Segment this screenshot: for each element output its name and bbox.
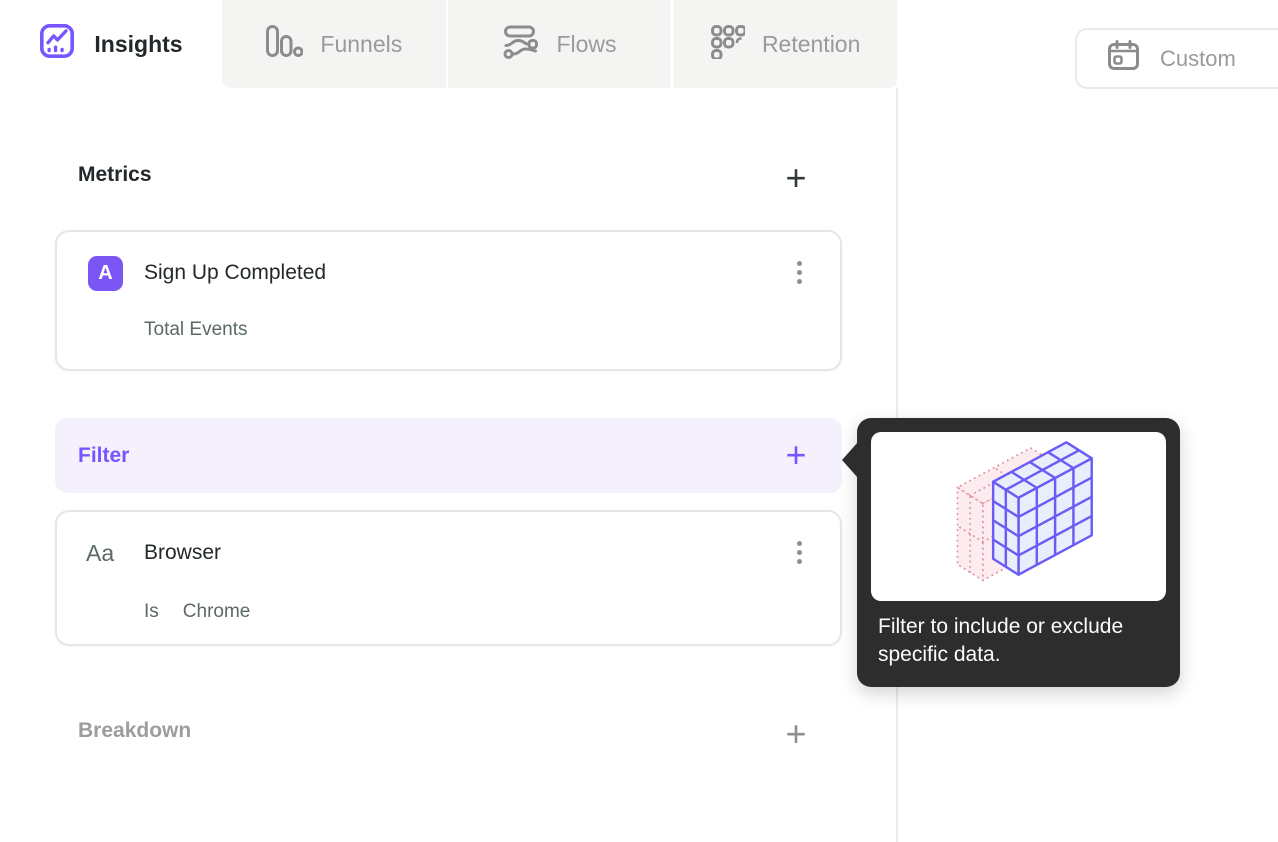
calendar-icon: [1106, 38, 1141, 79]
kebab-menu-icon[interactable]: [789, 256, 810, 289]
metrics-heading: Metrics: [78, 163, 152, 186]
date-range-label: Custom: [1160, 45, 1236, 71]
breakdown-heading: Breakdown: [78, 719, 192, 742]
add-breakdown-button[interactable]: +: [776, 714, 816, 754]
tab-flows-label: Flows: [556, 30, 617, 57]
funnel-bars-icon: [265, 24, 304, 64]
metric-event-name: Sign Up Completed: [144, 261, 327, 284]
metric-aggregation[interactable]: Total Events: [144, 319, 248, 341]
filter-cube-illustration: [871, 432, 1166, 601]
tooltip-arrow: [842, 442, 858, 478]
report-type-tabbar: Insights Funnels Flows Retention: [0, 0, 897, 88]
inactive-tabs-group: Funnels Flows Retention: [222, 0, 897, 88]
add-filter-button[interactable]: +: [776, 435, 816, 475]
tooltip-text: Filter to include or exclude specific da…: [878, 615, 1124, 666]
filter-section-row: Filter +: [55, 418, 842, 493]
tab-retention-label: Retention: [761, 30, 861, 57]
tab-funnels-label: Funnels: [320, 30, 403, 57]
tab-retention[interactable]: Retention: [671, 0, 897, 88]
string-property-type-icon: Aa: [86, 540, 115, 566]
tab-flows[interactable]: Flows: [445, 0, 672, 88]
tab-insights[interactable]: Insights: [0, 0, 222, 88]
kebab-menu-icon[interactable]: [789, 536, 810, 569]
filter-tooltip: Filter to include or exclude specific da…: [842, 418, 1180, 687]
tab-funnels[interactable]: Funnels: [222, 0, 446, 88]
date-range-custom-button[interactable]: Custom: [1075, 28, 1278, 89]
filter-heading: Filter: [78, 443, 130, 467]
flows-icon: [502, 24, 539, 65]
tab-insights-label: Insights: [94, 30, 183, 57]
filter-property-name: Browser: [144, 541, 222, 564]
filter-value[interactable]: Chrome: [183, 601, 251, 622]
filter-operator[interactable]: Is: [144, 601, 159, 622]
filter-condition: Is Chrome: [144, 601, 250, 623]
add-metric-button[interactable]: +: [776, 158, 816, 198]
metric-card[interactable]: A Sign Up Completed Total Events: [55, 230, 842, 371]
retention-grid-icon: [710, 24, 747, 65]
metric-badge: A: [88, 256, 123, 291]
line-chart-icon: [39, 23, 75, 65]
filter-card[interactable]: Aa Browser Is Chrome: [55, 510, 842, 646]
